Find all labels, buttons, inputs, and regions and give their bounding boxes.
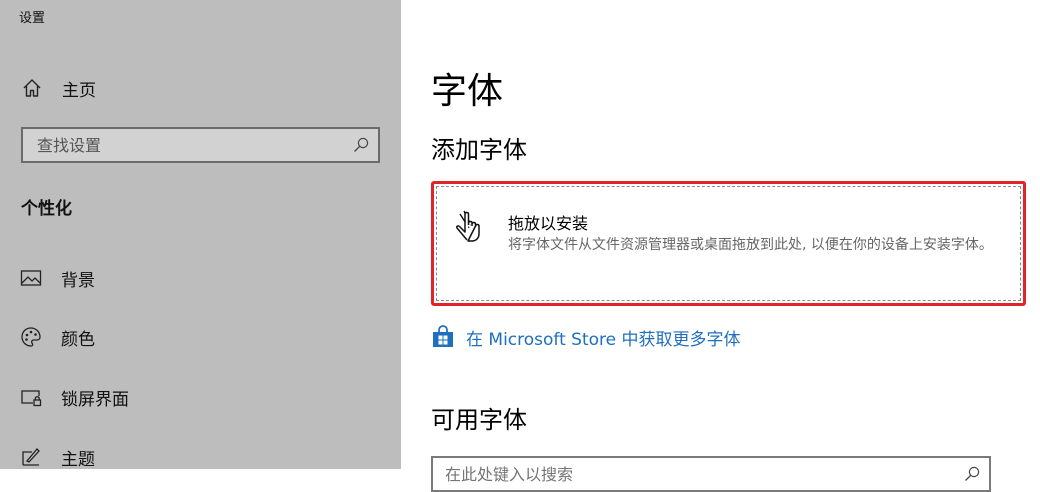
- available-fonts-heading: 可用字体: [431, 406, 527, 434]
- sidebar-item-label: 主页: [62, 80, 96, 101]
- sidebar: 设置 主页 个性化 背景 颜色: [0, 0, 401, 472]
- store-link-label: 在 Microsoft Store 中获取更多字体: [466, 329, 741, 350]
- home-icon: [23, 79, 41, 97]
- font-search-box: [431, 456, 991, 492]
- sidebar-item-lock-screen[interactable]: 锁屏界面: [20, 382, 129, 412]
- microsoft-store-link[interactable]: 在 Microsoft Store 中获取更多字体: [431, 323, 741, 351]
- settings-search-input[interactable]: [23, 129, 357, 161]
- font-drop-zone[interactable]: 拖放以安装 将字体文件从文件资源管理器或桌面拖放到此处, 以便在你的设备上安装字…: [431, 181, 1026, 306]
- sidebar-item-label: 锁屏界面: [61, 389, 129, 410]
- theme-brush-icon: [22, 448, 40, 466]
- drag-hand-icon: [456, 210, 480, 242]
- drop-zone-description: 将字体文件从文件资源管理器或桌面拖放到此处, 以便在你的设备上安装字体。: [508, 237, 993, 253]
- sidebar-item-background[interactable]: 背景: [20, 263, 95, 293]
- sidebar-item-label: 主题: [61, 449, 95, 470]
- search-icon[interactable]: [964, 466, 980, 482]
- sidebar-item-label: 背景: [61, 270, 95, 291]
- section-title: 个性化: [21, 199, 72, 219]
- drop-zone-title: 拖放以安装: [508, 214, 589, 233]
- search-icon[interactable]: [353, 137, 369, 153]
- sidebar-item-colors[interactable]: 颜色: [20, 322, 95, 352]
- font-search-input[interactable]: [433, 458, 965, 490]
- settings-search: [21, 127, 380, 163]
- add-fonts-heading: 添加字体: [431, 136, 527, 164]
- sidebar-item-home[interactable]: 主页: [22, 74, 96, 102]
- window-title: 设置: [19, 11, 46, 26]
- picture-icon: [20, 270, 42, 286]
- page-title: 字体: [431, 71, 504, 112]
- palette-icon: [21, 327, 41, 347]
- sidebar-item-themes[interactable]: 主题: [20, 442, 95, 472]
- lock-screen-icon: [21, 390, 42, 407]
- store-bag-icon: [433, 325, 453, 347]
- sidebar-item-label: 颜色: [61, 329, 95, 350]
